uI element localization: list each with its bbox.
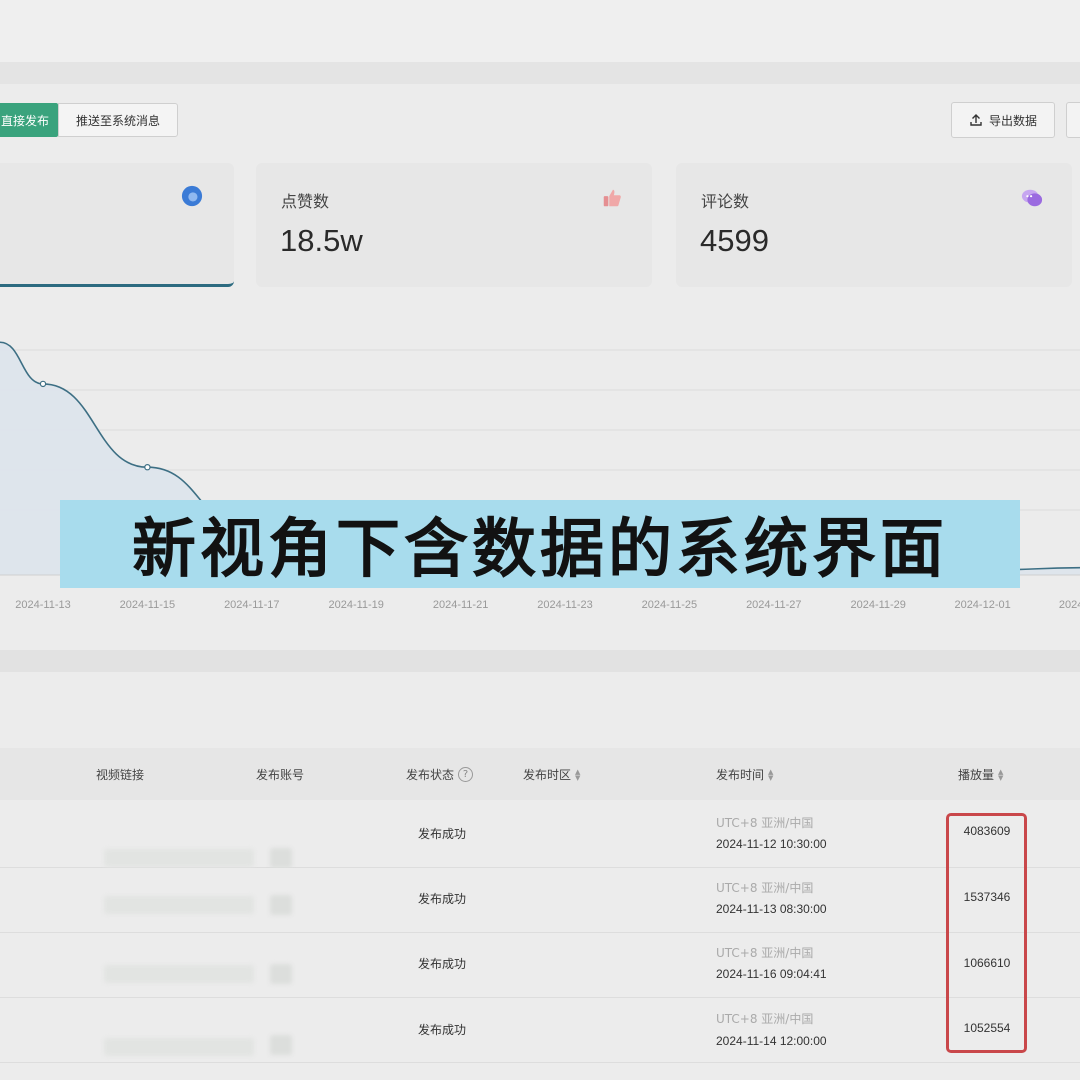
- export-data-label: 导出数据: [988, 113, 1037, 128]
- comment-bubble-icon: [1021, 189, 1043, 207]
- blurred-video-link[interactable]: [104, 896, 254, 914]
- data-point[interactable]: [144, 463, 151, 471]
- publish-mode-switch: 直接发布 推送至系统消息: [0, 103, 178, 137]
- publish-time: 2024-11-12 10:30:00: [716, 837, 827, 851]
- column-label: 发布账号: [256, 768, 305, 782]
- upload-icon: [970, 114, 982, 126]
- comments-value: 4599: [700, 223, 769, 258]
- blurred-account: [270, 1035, 292, 1055]
- column-label: 播放量: [958, 768, 995, 782]
- likes-value: 18.5w: [280, 223, 363, 258]
- publish-status: 发布成功: [418, 957, 467, 971]
- table-header: 视频链接 发布账号 发布状态 ? 发布时区 ▲ ▼ 发布时间 ▲ ▼ 播放量 ▲ ▼: [0, 748, 1080, 800]
- x-tick-label: 2024-11-13: [15, 599, 70, 611]
- section-divider: [0, 62, 1080, 84]
- blurred-video-link[interactable]: [104, 849, 254, 867]
- stat-card-likes[interactable]: 点赞数 18.5w: [256, 163, 652, 287]
- x-tick-label: 2024-11-27: [746, 599, 801, 611]
- blurred-video-link[interactable]: [104, 965, 254, 983]
- publish-time: 2024-11-16 09:04:41: [716, 967, 827, 981]
- publish-timezone: UTC+8 亚洲/中国: [716, 946, 814, 960]
- x-tick-label: 2024-11-25: [642, 599, 697, 611]
- column-plays[interactable]: 播放量 ▲ ▼: [958, 766, 1003, 783]
- x-tick-label: 2024-11-17: [224, 599, 279, 611]
- publish-timezone: UTC+8 亚洲/中国: [716, 881, 814, 895]
- data-point[interactable]: [39, 380, 47, 388]
- publish-timezone: UTC+8 亚洲/中国: [716, 816, 814, 830]
- export-data-button[interactable]: 导出数据: [951, 102, 1055, 138]
- stat-card-comments[interactable]: 评论数 4599: [676, 163, 1072, 287]
- column-label: 视频链接: [96, 768, 145, 782]
- thumb-up-icon: [603, 189, 621, 207]
- caption-text: 新视角下含数据的系统界面: [132, 513, 948, 587]
- play-count-highlight-box: [946, 813, 1027, 1053]
- x-tick-label: 2024-11-23: [537, 599, 592, 611]
- x-tick-label: 2024-11-21: [433, 599, 488, 611]
- table-row[interactable]: 发布成功 UTC+8 亚洲/中国 2024-11-12 10:30:00 408…: [0, 803, 1080, 868]
- column-label: 发布时间: [716, 768, 765, 782]
- publish-direct-button[interactable]: 直接发布: [0, 103, 58, 137]
- sort-icon[interactable]: ▲ ▼: [768, 768, 773, 781]
- caption-banner: 新视角下含数据的系统界面: [60, 500, 1020, 588]
- blurred-account: [270, 848, 292, 868]
- table-row[interactable]: 发布成功 UTC+8 亚洲/中国 2024-11-13 08:30:00 153…: [0, 868, 1080, 933]
- comments-label: 评论数: [701, 192, 750, 211]
- table-row[interactable]: 发布成功 UTC+8 亚洲/中国 2024-11-16 09:04:41 106…: [0, 933, 1080, 998]
- column-timezone[interactable]: 发布时区 ▲ ▼: [523, 766, 580, 783]
- table-row[interactable]: 发布成功 UTC+8 亚洲/中国 2024-11-14 12:00:00 105…: [0, 998, 1080, 1063]
- help-icon[interactable]: ?: [458, 767, 474, 782]
- section-divider: [0, 650, 1080, 672]
- column-status: 发布状态 ?: [406, 766, 474, 783]
- x-tick-label: 2024-11-15: [120, 599, 175, 611]
- blurred-account: [270, 964, 292, 984]
- publish-timezone: UTC+8 亚洲/中国: [716, 1012, 814, 1026]
- publish-status: 发布成功: [418, 1023, 467, 1037]
- x-tick-label: 2024-11-19: [328, 599, 383, 611]
- top-band: [0, 0, 1080, 62]
- push-system-button[interactable]: 推送至系统消息: [58, 103, 178, 137]
- column-account: 发布账号: [256, 766, 304, 783]
- publish-time: 2024-11-14 12:00:00: [716, 1034, 827, 1048]
- x-tick-label: 2024-12-01: [954, 599, 1010, 611]
- stat-card-plays[interactable]: [0, 163, 234, 287]
- publish-time: 2024-11-13 08:30:00: [716, 902, 827, 916]
- publish-status: 发布成功: [418, 892, 467, 906]
- play-circle-icon: [181, 185, 203, 207]
- more-options-button[interactable]: [1066, 102, 1080, 138]
- likes-label: 点赞数: [281, 192, 330, 211]
- column-label: 发布状态: [406, 768, 455, 782]
- blurred-video-link[interactable]: [104, 1038, 254, 1056]
- column-video-link: 视频链接: [96, 766, 144, 783]
- x-tick-label: 2024-11-29: [850, 599, 905, 611]
- sort-icon[interactable]: ▲ ▼: [998, 768, 1003, 781]
- sort-icon[interactable]: ▲ ▼: [575, 768, 580, 781]
- column-label: 发布时区: [523, 768, 572, 782]
- blurred-account: [270, 895, 292, 915]
- x-tick-label: 2024-12-03: [1059, 599, 1080, 611]
- column-publish-time[interactable]: 发布时间 ▲ ▼: [716, 766, 773, 783]
- publish-status: 发布成功: [418, 827, 467, 841]
